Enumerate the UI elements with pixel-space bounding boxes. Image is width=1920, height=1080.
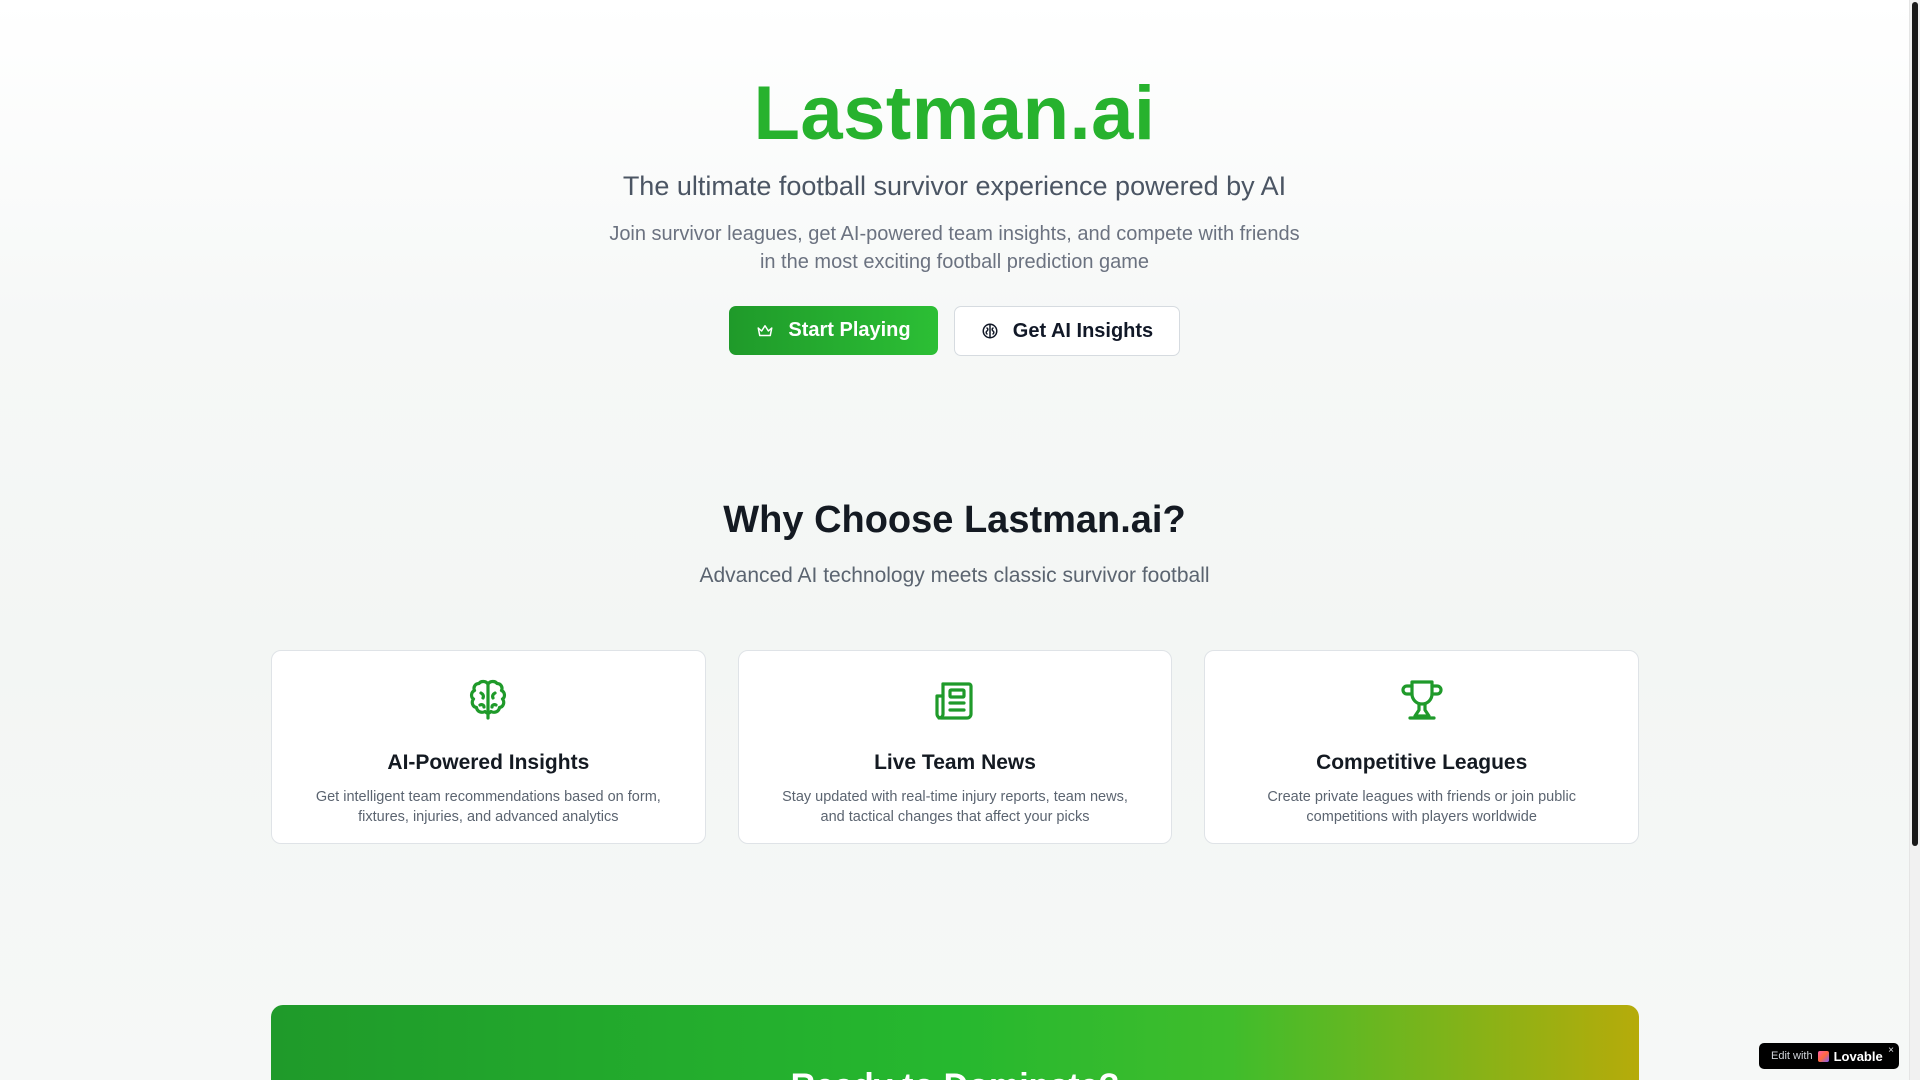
card-title: Live Team News <box>874 751 1036 774</box>
landing-page: Lastman.ai The ultimate football survivo… <box>0 0 1909 1080</box>
start-playing-button[interactable]: Start Playing <box>729 306 938 356</box>
hero-description: Join survivor leagues, get AI-powered te… <box>609 223 1300 274</box>
brand-title: Lastman.ai <box>753 71 1156 156</box>
feature-card-team-news: Live Team News Stay updated with real-ti… <box>737 650 1173 844</box>
feature-cards: AI-Powered Insights Get intelligent team… <box>271 650 1640 844</box>
why-section: Why Choose Lastman.ai? Advanced AI techn… <box>0 499 1909 588</box>
lovable-prefix: Edit with <box>1771 1050 1813 1062</box>
card-text: Get intelligent team recommendations bas… <box>315 789 661 826</box>
get-ai-insights-label: Get AI Insights <box>1012 319 1154 342</box>
card-title: AI-Powered Insights <box>387 751 590 774</box>
cta-row: Start Playing Get AI Insights <box>0 306 1909 357</box>
banner-title: Ready to Dominate? <box>271 1067 1639 1080</box>
card-text: Stay updated with real-time injury repor… <box>782 789 1128 826</box>
why-subtitle: Advanced AI technology meets classic sur… <box>699 563 1210 587</box>
hero-tagline: The ultimate football survivor experienc… <box>622 171 1287 202</box>
brain-icon <box>982 323 998 339</box>
lovable-name: Lovable <box>1833 1048 1883 1064</box>
crown-icon <box>757 324 773 337</box>
card-text: Create private leagues with friends or j… <box>1267 789 1577 826</box>
card-title: Competitive Leagues <box>1316 751 1528 774</box>
feature-card-ai-insights: AI-Powered Insights Get intelligent team… <box>271 650 706 844</box>
close-icon[interactable]: × <box>1888 1045 1894 1056</box>
get-ai-insights-button[interactable]: Get AI Insights <box>954 306 1180 357</box>
start-playing-label: Start Playing <box>788 319 911 342</box>
scrollbar-thumb[interactable] <box>1912 2 1918 846</box>
why-title: Why Choose Lastman.ai? <box>723 499 1186 541</box>
edit-with-lovable-badge[interactable]: Edit with Lovable × <box>1759 1043 1899 1069</box>
newspaper-icon <box>935 682 973 720</box>
page-scrollbar[interactable] <box>1909 0 1920 1080</box>
trophy-icon <box>1401 680 1443 720</box>
hero-section: Lastman.ai The ultimate football survivo… <box>0 70 1909 357</box>
feature-card-leagues: Competitive Leagues Create private leagu… <box>1204 650 1640 844</box>
cta-banner: Ready to Dominate? <box>271 1005 1639 1080</box>
lovable-logo-icon <box>1817 1050 1829 1062</box>
brain-icon <box>470 679 507 720</box>
